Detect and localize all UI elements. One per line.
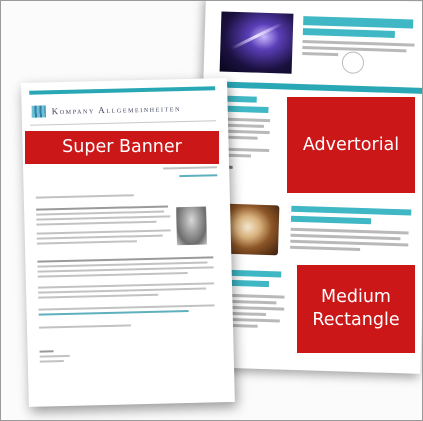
preview-frame: Kompany Allgemeinheiten Super Banner Adv… <box>0 0 423 421</box>
masthead-text: Kompany Allgemeinheiten <box>51 103 182 117</box>
signature-line <box>39 354 70 358</box>
text-line <box>36 240 137 245</box>
text-line <box>38 293 159 299</box>
text-line <box>290 245 361 251</box>
headline-bar <box>302 28 395 38</box>
text-line <box>38 324 131 329</box>
date-line <box>163 166 218 170</box>
text-line <box>36 215 171 221</box>
text-line <box>35 194 134 199</box>
company-logo-icon <box>31 105 46 118</box>
text-line <box>38 287 207 294</box>
signature-line <box>39 350 54 353</box>
text-line <box>36 210 165 216</box>
text-line <box>36 234 163 240</box>
link-line <box>38 309 189 316</box>
medium-rectangle-label: Medium Rectangle <box>297 265 415 353</box>
text-line <box>37 271 188 278</box>
headline-bar <box>303 16 414 29</box>
hero-image <box>219 11 294 74</box>
super-banner-label: Super Banner <box>25 131 219 164</box>
signature-line <box>39 360 64 363</box>
text-line <box>36 220 157 226</box>
teal-divider <box>29 86 216 95</box>
newsletter-page-front: Kompany Allgemeinheiten <box>21 77 235 407</box>
text-line <box>302 52 339 57</box>
author-photo <box>176 206 208 246</box>
advertorial-label: Advertorial <box>287 97 415 193</box>
teal-divider <box>209 81 422 94</box>
headline-bar <box>290 215 372 225</box>
text-line <box>36 205 169 211</box>
divider <box>30 120 216 126</box>
masthead: Kompany Allgemeinheiten <box>31 98 217 121</box>
link-line <box>179 174 218 178</box>
circle-graphic <box>341 51 365 74</box>
headline-bar <box>291 205 412 216</box>
text-line <box>290 233 401 241</box>
